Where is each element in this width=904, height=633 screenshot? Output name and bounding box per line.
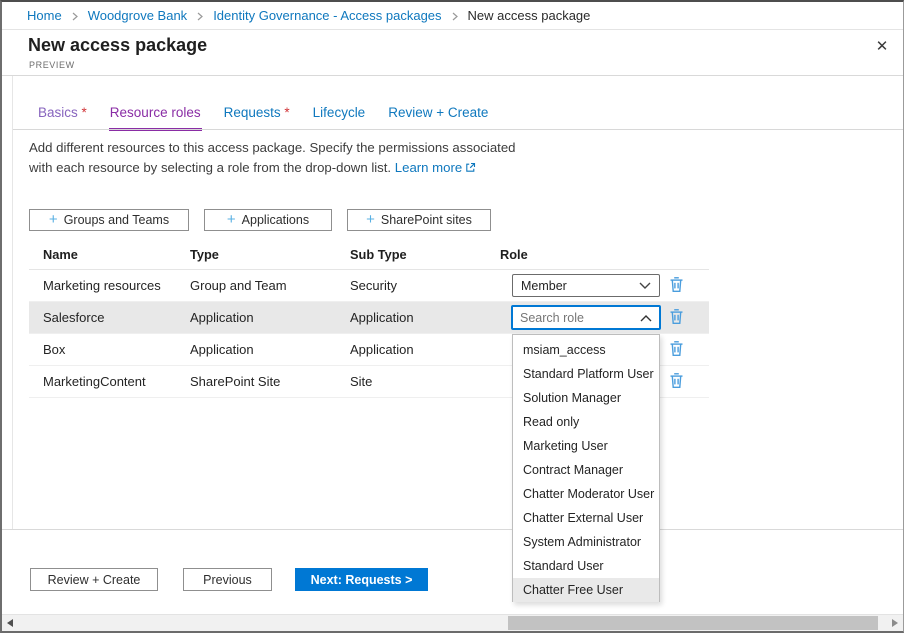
tab-bar: Basics * Resource roles Requests * Lifec… xyxy=(37,101,489,128)
page-description: Add different resources to this access p… xyxy=(29,138,515,178)
table-header-row: Name Type Sub Type Role xyxy=(29,240,709,270)
role-option-highlighted[interactable]: Chatter Free User xyxy=(513,578,659,602)
breadcrumb-chevron-icon xyxy=(195,11,205,22)
resource-type: Application xyxy=(190,342,350,357)
footer-divider xyxy=(2,529,903,530)
trash-icon xyxy=(669,372,684,392)
blade-left-edge xyxy=(12,76,13,529)
chevron-down-icon xyxy=(639,279,651,293)
required-asterisk: * xyxy=(284,105,289,120)
resource-sub-type: Application xyxy=(350,342,500,357)
resource-sub-type: Site xyxy=(350,374,500,389)
page-title: New access package xyxy=(28,35,207,56)
trash-icon xyxy=(669,276,684,296)
breadcrumb-identity-governance[interactable]: Identity Governance - Access packages xyxy=(213,8,441,23)
breadcrumb-woodgrove-bank[interactable]: Woodgrove Bank xyxy=(88,8,188,23)
role-option[interactable]: Read only xyxy=(513,410,659,434)
role-option[interactable]: Marketing User xyxy=(513,434,659,458)
plus-icon: + xyxy=(49,211,58,228)
scroll-right-arrow-icon[interactable] xyxy=(892,619,898,627)
role-dropdown-list: msiam_access Standard Platform User Solu… xyxy=(512,334,660,602)
learn-more-link[interactable]: Learn more xyxy=(395,160,462,175)
add-sharepoint-sites-button[interactable]: + SharePoint sites xyxy=(347,209,491,231)
column-header-sub-type: Sub Type xyxy=(350,247,500,262)
resource-type: Group and Team xyxy=(190,278,350,293)
role-option[interactable]: Contract Manager xyxy=(513,458,659,482)
role-option[interactable]: msiam_access xyxy=(513,338,659,362)
delete-resource-button[interactable] xyxy=(667,373,685,391)
resource-type: Application xyxy=(190,310,350,325)
resource-type: SharePoint Site xyxy=(190,374,350,389)
breadcrumb: Home Woodgrove Bank Identity Governance … xyxy=(2,2,903,30)
role-option[interactable]: Solution Manager xyxy=(513,386,659,410)
column-header-role: Role xyxy=(500,247,709,262)
resource-name: Marketing resources xyxy=(29,278,190,293)
delete-resource-button[interactable] xyxy=(667,277,685,295)
required-asterisk: * xyxy=(82,105,87,120)
tab-bar-divider xyxy=(13,129,903,130)
breadcrumb-chevron-icon xyxy=(70,11,80,22)
resource-name: Box xyxy=(29,342,190,357)
plus-icon: + xyxy=(366,211,375,228)
role-option[interactable]: System Administrator xyxy=(513,530,659,554)
next-requests-button[interactable]: Next: Requests > xyxy=(295,568,428,591)
tab-requests[interactable]: Requests * xyxy=(223,101,291,128)
add-groups-and-teams-button[interactable]: + Groups and Teams xyxy=(29,209,189,231)
plus-icon: + xyxy=(227,211,236,228)
trash-icon xyxy=(669,308,684,328)
tab-review-create[interactable]: Review + Create xyxy=(387,101,489,128)
resource-name: Salesforce xyxy=(29,310,190,325)
role-option[interactable]: Chatter External User xyxy=(513,506,659,530)
chevron-up-icon xyxy=(640,310,652,325)
new-access-package-blade: Home Woodgrove Bank Identity Governance … xyxy=(0,0,904,633)
role-search-combobox[interactable] xyxy=(511,305,661,330)
close-icon[interactable]: ✕ xyxy=(872,36,892,56)
title-divider xyxy=(2,75,903,76)
column-header-name: Name xyxy=(29,247,190,262)
trash-icon xyxy=(669,340,684,360)
role-option[interactable]: Chatter Moderator User xyxy=(513,482,659,506)
table-row-marketing-resources: Marketing resources Group and Team Secur… xyxy=(29,270,709,302)
table-row-salesforce: Salesforce Application Application xyxy=(29,302,709,334)
resource-sub-type: Application xyxy=(350,310,500,325)
scrollbar-thumb[interactable] xyxy=(508,616,878,630)
tab-resource-roles[interactable]: Resource roles xyxy=(109,101,202,131)
breadcrumb-home[interactable]: Home xyxy=(27,8,62,23)
role-search-input[interactable] xyxy=(520,311,630,325)
previous-button[interactable]: Previous xyxy=(183,568,272,591)
add-applications-button[interactable]: + Applications xyxy=(204,209,332,231)
resource-name: MarketingContent xyxy=(29,374,190,389)
tab-basics[interactable]: Basics * xyxy=(37,101,88,128)
role-select-member[interactable]: Member xyxy=(512,274,660,297)
delete-resource-button[interactable] xyxy=(667,341,685,359)
breadcrumb-chevron-icon xyxy=(450,11,460,22)
scroll-left-arrow-icon[interactable] xyxy=(7,619,13,627)
column-header-type: Type xyxy=(190,247,350,262)
tab-lifecycle[interactable]: Lifecycle xyxy=(312,101,367,128)
external-link-icon xyxy=(465,159,476,179)
breadcrumb-current-page: New access package xyxy=(468,8,591,23)
horizontal-scrollbar[interactable] xyxy=(2,614,903,631)
role-option[interactable]: Standard Platform User xyxy=(513,362,659,386)
role-option[interactable]: Standard User xyxy=(513,554,659,578)
resource-sub-type: Security xyxy=(350,278,500,293)
preview-badge: PREVIEW xyxy=(29,60,75,70)
review-create-button[interactable]: Review + Create xyxy=(30,568,158,591)
delete-resource-button[interactable] xyxy=(667,309,685,327)
